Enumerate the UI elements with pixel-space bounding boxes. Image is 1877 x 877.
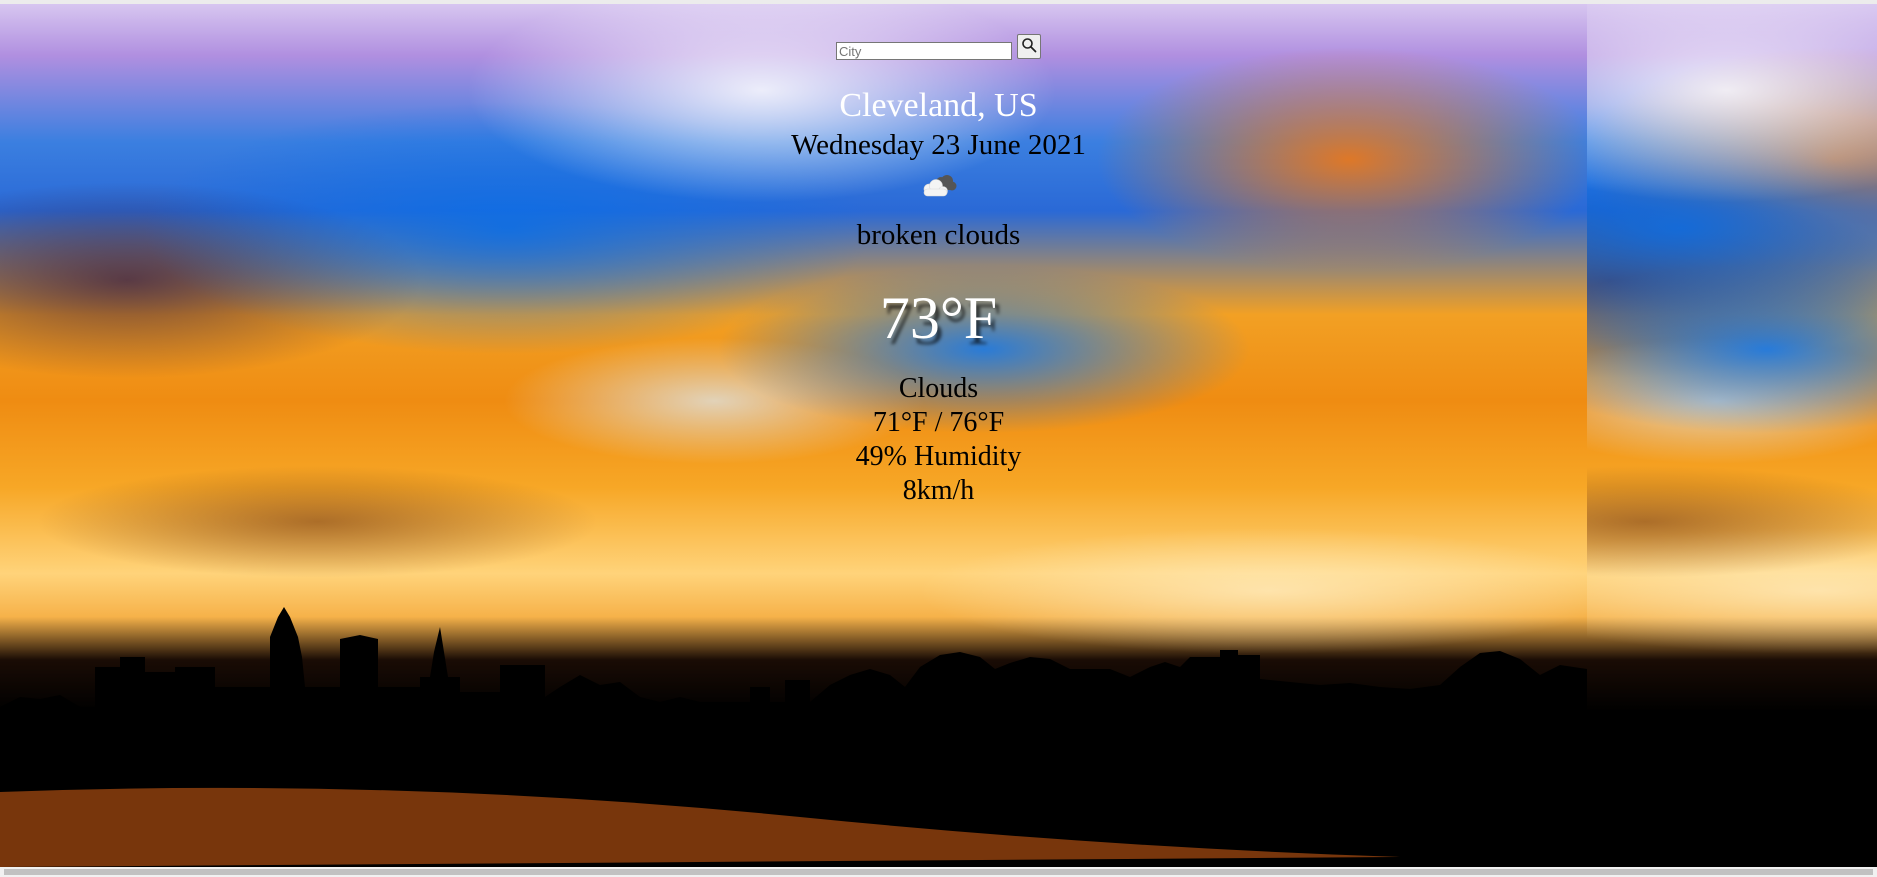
horizontal-scrollbar[interactable] — [0, 867, 1877, 877]
weather-details: Clouds 71°F / 76°F 49% Humidity 8km/h — [0, 372, 1877, 508]
current-date: Wednesday 23 June 2021 — [791, 129, 1086, 161]
search-button[interactable] — [1017, 34, 1041, 59]
location-title: Cleveland, US — [839, 87, 1038, 124]
search-bar — [0, 34, 1877, 62]
magnifier-icon — [1021, 37, 1037, 56]
humidity: 49% Humidity — [855, 441, 1022, 472]
weather-description: broken clouds — [856, 219, 1021, 251]
weather-main: Clouds — [898, 373, 979, 404]
city-search-input[interactable] — [836, 42, 1012, 60]
wind-speed: 8km/h — [902, 475, 975, 506]
broken-clouds-icon — [918, 171, 958, 203]
current-temperature: 73°F — [879, 285, 998, 351]
horizontal-scrollbar-thumb[interactable] — [4, 869, 1873, 875]
temperature-range: 71°F / 76°F — [872, 407, 1005, 438]
city-skyline-silhouette — [0, 607, 1587, 867]
